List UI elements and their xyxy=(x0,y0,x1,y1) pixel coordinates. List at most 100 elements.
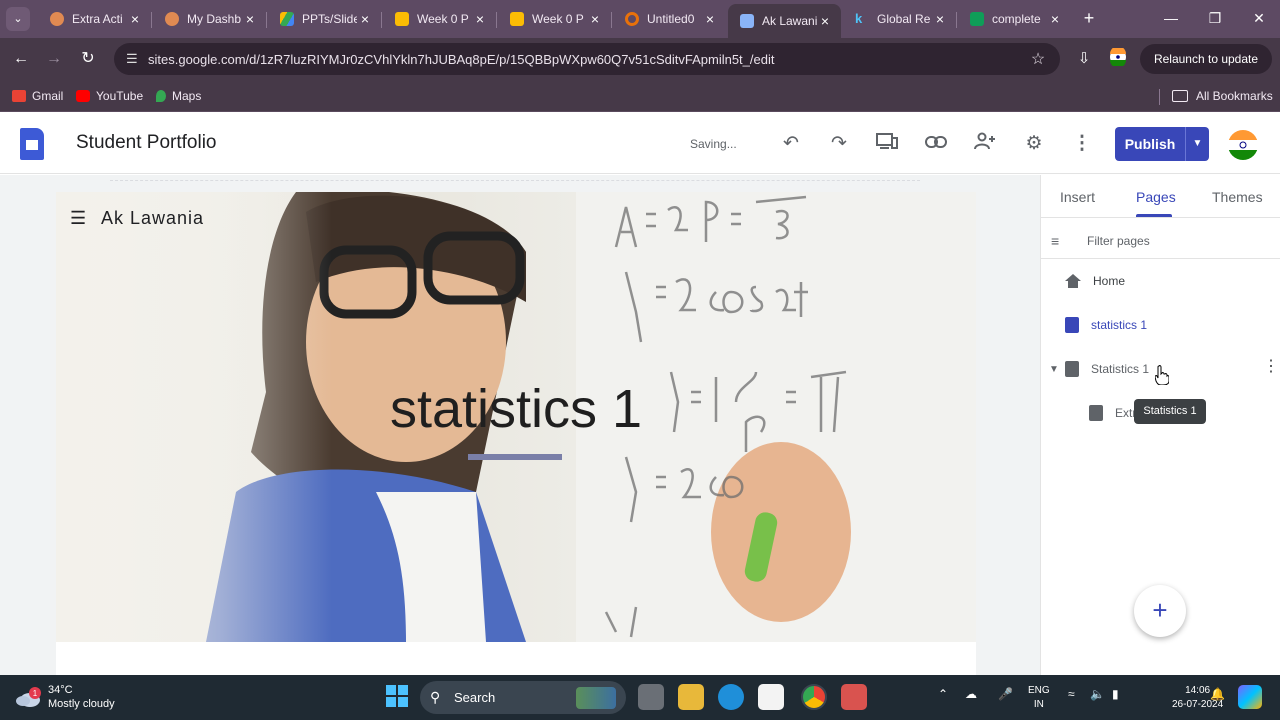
browser-tab[interactable]: My Dashb × xyxy=(153,4,266,34)
account-avatar[interactable] xyxy=(1228,130,1258,160)
windows-taskbar: 1 34°C Mostly cloudy ⚲ Search ⌃ ☁ 🎤 ENG I… xyxy=(0,675,1280,720)
tray-chevron-icon[interactable]: ⌃ xyxy=(938,687,948,701)
hero-site-name[interactable]: Ak Lawania xyxy=(101,208,204,229)
onedrive-cloud-icon[interactable]: ☁ xyxy=(965,687,977,701)
slides-favicon xyxy=(395,12,409,26)
tab-close-icon[interactable]: × xyxy=(472,11,488,27)
taskbar-search[interactable]: ⚲ Search xyxy=(420,681,626,714)
battery-icon[interactable]: ▮ xyxy=(1112,687,1119,701)
colab-favicon xyxy=(625,12,639,26)
windows-start-icon[interactable] xyxy=(386,685,408,707)
publish-dropdown-icon[interactable]: ▼ xyxy=(1185,127,1209,161)
tab-insert[interactable]: Insert xyxy=(1060,189,1095,205)
browser-tab[interactable]: Untitled0 × xyxy=(613,4,726,34)
weather-widget[interactable]: 1 34°C Mostly cloudy xyxy=(14,683,115,711)
tab-close-icon[interactable]: × xyxy=(817,13,833,29)
settings-gear-icon[interactable]: ⚙ xyxy=(1022,132,1046,156)
browser-tab[interactable]: k Global Re × xyxy=(843,4,956,34)
weather-temp: 34°C xyxy=(48,684,73,696)
store-icon[interactable] xyxy=(758,684,784,710)
bookmark-youtube[interactable]: YouTube xyxy=(76,87,143,105)
page-icon xyxy=(1065,317,1079,333)
page-content-area[interactable] xyxy=(56,642,976,675)
browser-tab[interactable]: complete × xyxy=(958,4,1071,34)
all-bookmarks[interactable]: All Bookmarks xyxy=(1172,87,1273,105)
site-title[interactable]: Student Portfolio xyxy=(76,132,216,154)
page-more-vert-icon[interactable]: ⋮ xyxy=(1263,359,1279,375)
bookmark-maps[interactable]: Maps xyxy=(156,87,201,105)
bookmark-gmail[interactable]: Gmail xyxy=(12,87,63,105)
tab-pages[interactable]: Pages xyxy=(1136,189,1176,205)
wifi-icon[interactable]: ≈ xyxy=(1068,687,1075,701)
preview-devices-icon[interactable] xyxy=(875,132,899,156)
chrome-icon[interactable] xyxy=(801,684,827,710)
back-arrow-icon[interactable]: ← xyxy=(10,48,32,70)
download-icon[interactable]: ⇩ xyxy=(1073,48,1095,70)
forward-arrow-icon[interactable]: → xyxy=(43,48,65,70)
page-item-statistics-1-parent[interactable]: Statistics 1 xyxy=(1065,358,1149,380)
tab-close-icon[interactable]: × xyxy=(357,11,373,27)
address-bar[interactable]: ☰ sites.google.com/d/1zR7luzRIYMJr0zCVhl… xyxy=(114,43,1060,75)
hero-banner[interactable]: ☰ Ak Lawania statistics 1 xyxy=(56,192,976,642)
share-add-person-icon[interactable] xyxy=(973,132,997,156)
site-info-icon[interactable]: ☰ xyxy=(126,51,148,67)
relaunch-button[interactable]: Relaunch to update xyxy=(1140,44,1272,74)
browser-tab-strip: ⌄ Extra Acti × My Dashb × PPTs/Slide × W… xyxy=(0,0,1280,38)
hamburger-menu-icon[interactable]: ☰ xyxy=(70,209,88,227)
taskbar-search-label: Search xyxy=(454,690,496,705)
tab-search-chevron-icon[interactable]: ⌄ xyxy=(6,7,30,31)
bookmark-star-icon[interactable]: ☆ xyxy=(1028,49,1048,69)
url-text[interactable]: sites.google.com/d/1zR7luzRIYMJr0zCVhlYk… xyxy=(148,52,1028,67)
tab-close-icon[interactable]: × xyxy=(1047,11,1063,27)
browser-tab[interactable]: Week 0 P × xyxy=(383,4,496,34)
language-indicator[interactable]: ENG IN xyxy=(1028,684,1050,712)
tab-close-icon[interactable]: × xyxy=(587,11,603,27)
tab-close-icon[interactable]: × xyxy=(127,11,143,27)
filter-pages-placeholder[interactable]: Filter pages xyxy=(1087,234,1150,248)
tab-label: Week 0 P xyxy=(417,12,469,26)
reload-icon[interactable]: ↻ xyxy=(77,48,99,70)
filter-pages-field[interactable]: ≡ Filter pages xyxy=(1051,229,1271,253)
bookmark-label: YouTube xyxy=(96,89,144,103)
minimize-icon[interactable]: — xyxy=(1161,8,1181,28)
publish-button[interactable]: Publish ▼ xyxy=(1115,127,1209,161)
hero-title-underline xyxy=(468,454,562,460)
page-item-extra[interactable]: Extr xyxy=(1089,402,1136,424)
tab-favicon xyxy=(165,12,179,26)
link-icon[interactable] xyxy=(924,132,948,156)
add-page-button[interactable]: + xyxy=(1134,585,1186,637)
browser-tab-active[interactable]: Ak Lawani × xyxy=(728,4,841,38)
expand-caret-icon[interactable]: ▼ xyxy=(1049,364,1059,375)
file-explorer-icon[interactable] xyxy=(678,684,704,710)
tab-themes[interactable]: Themes xyxy=(1212,189,1263,205)
browser-tab[interactable]: Extra Acti × xyxy=(38,4,151,34)
app-icon[interactable] xyxy=(841,684,867,710)
microphone-icon[interactable]: 🎤 xyxy=(998,687,1013,701)
close-window-icon[interactable]: ✕ xyxy=(1249,8,1269,28)
filter-icon[interactable]: ≡ xyxy=(1051,233,1069,249)
publish-label[interactable]: Publish xyxy=(1115,127,1185,161)
undo-icon[interactable]: ↶ xyxy=(779,132,803,156)
new-tab-plus-icon[interactable]: + xyxy=(1079,8,1099,28)
profile-flag-icon[interactable] xyxy=(1107,46,1129,70)
copilot-icon[interactable] xyxy=(1238,685,1262,709)
restore-icon[interactable]: ❐ xyxy=(1205,8,1225,28)
tab-close-icon[interactable]: × xyxy=(932,11,948,27)
tab-close-icon[interactable]: × xyxy=(242,11,258,27)
more-vert-icon[interactable]: ⋮ xyxy=(1070,132,1094,156)
all-bookmarks-label: All Bookmarks xyxy=(1196,89,1273,103)
browser-tab[interactable]: PPTs/Slide × xyxy=(268,4,381,34)
page-item-home[interactable]: Home xyxy=(1065,270,1125,292)
tab-label: Global Re xyxy=(877,12,931,26)
edge-icon[interactable] xyxy=(718,684,744,710)
tab-label: PPTs/Slide xyxy=(302,12,357,26)
browser-tab[interactable]: Week 0 P × xyxy=(498,4,611,34)
speaker-icon[interactable]: 🔈 xyxy=(1090,687,1105,701)
google-sites-logo-icon[interactable] xyxy=(20,128,44,160)
task-view-icon[interactable] xyxy=(638,684,664,710)
redo-icon[interactable]: ↷ xyxy=(827,132,851,156)
notification-bell-icon[interactable]: 🔔 xyxy=(1210,687,1225,701)
page-item-statistics-1[interactable]: statistics 1 xyxy=(1065,314,1147,336)
tab-close-icon[interactable]: × xyxy=(702,11,718,27)
hero-title[interactable]: statistics 1 xyxy=(56,378,976,440)
